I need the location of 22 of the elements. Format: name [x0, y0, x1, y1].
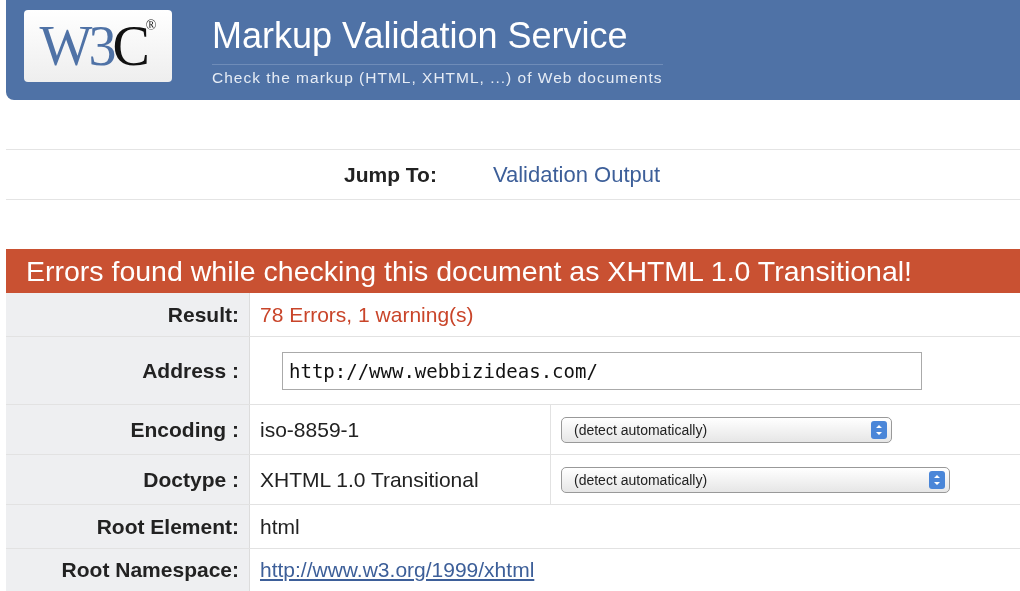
value-text: iso-8859-1 [260, 417, 360, 442]
error-banner: Errors found while checking this document as XHTML 1.0 Transitional! [6, 249, 1020, 293]
w3c-logo[interactable]: W3C$^{®}$ [24, 10, 172, 82]
row-label: Address : [6, 337, 250, 404]
jump-to-label: Jump To: [344, 162, 437, 187]
detect-dropdown[interactable]: (detect automatically) [561, 466, 950, 493]
stepper-icon [929, 470, 945, 489]
value-text: XHTML 1.0 Transitional [260, 467, 479, 492]
namespace-link[interactable]: http://www.w3.org/1999/xhtml [260, 558, 535, 582]
validation-output-link[interactable]: Validation Output [492, 161, 661, 188]
page-title: Markup Validation Service [212, 16, 629, 56]
row-label: Root Namespace: [6, 549, 250, 591]
page-subtitle: Check the markup (HTML, XHTML, ...) of Web documents [212, 64, 663, 87]
row-label: Doctype : [6, 455, 250, 504]
result-text: 78 Errors, 1 warning(s) [259, 301, 474, 328]
row-label: Root Element: [6, 505, 250, 548]
detect-dropdown[interactable]: (detect automatically) [561, 416, 892, 443]
stepper-icon [871, 420, 887, 439]
row-label: Result: [6, 293, 250, 336]
row-label: Encoding : [6, 405, 250, 454]
value-text: html [259, 513, 300, 540]
address-field[interactable]: http://www.webbizideas.com/ [282, 351, 922, 390]
